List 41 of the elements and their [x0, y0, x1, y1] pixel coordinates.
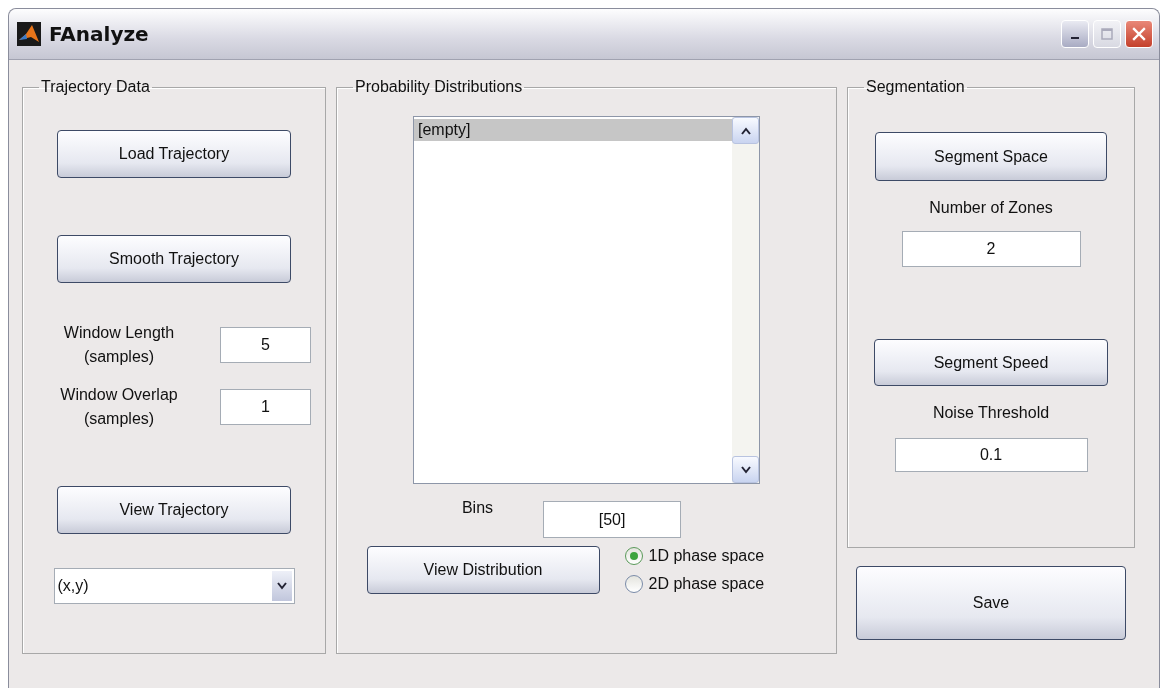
segment-space-button[interactable]: Segment Space: [875, 132, 1107, 181]
parameter-label: Window Overlap: [60, 385, 178, 405]
chevron-down-icon: [740, 465, 751, 474]
bins-label: Bins: [461, 498, 494, 517]
zones-label: Number of Zones: [929, 199, 1053, 217]
segment-speed-button[interactable]: Segment Speed: [874, 339, 1108, 386]
smooth-trajectory-button[interactable]: Smooth Trajectory: [57, 235, 291, 283]
close-button[interactable]: [1125, 20, 1153, 48]
scroll-up-button[interactable]: [732, 117, 759, 144]
view-distribution-button[interactable]: View Distribution: [366, 546, 600, 594]
minimize-button[interactable]: [1061, 20, 1089, 48]
panel-title: Trajectory Data: [40, 78, 151, 96]
radio-circle[interactable]: [624, 575, 643, 593]
window-title: FAnalyze: [49, 22, 149, 46]
load-trajectory-button[interactable]: Load Trajectory: [57, 130, 291, 178]
chevron-down-icon: [276, 582, 287, 590]
panel-title: Segmentation: [865, 78, 966, 96]
zones-field[interactable]: 2: [901, 231, 1081, 267]
view-dropdown[interactable]: (x,y): [53, 568, 295, 604]
radio-circle[interactable]: [624, 547, 643, 565]
chevron-up-icon: [740, 126, 751, 135]
parameter-label: Window Length: [63, 323, 175, 343]
close-icon: [1132, 27, 1146, 41]
phase-space-radio[interactable]: 1D phase space: [624, 547, 765, 565]
parameter-unit: (samples): [83, 409, 155, 429]
save-button[interactable]: Save: [856, 566, 1126, 640]
phase-space-radio[interactable]: 2D phase space: [624, 575, 765, 593]
noise-threshold-label: Noise Threshold: [932, 404, 1050, 422]
view-trajectory-button[interactable]: View Trajectory: [57, 486, 291, 534]
peak-surface-icon: [17, 22, 41, 46]
panel-title: Probability Distributions: [354, 78, 524, 96]
minimize-icon: [1071, 37, 1079, 39]
list-item[interactable]: [empty]: [414, 119, 732, 141]
parameter-unit: (samples): [83, 347, 155, 367]
parameter-field[interactable]: 5: [220, 327, 311, 363]
maximize-button[interactable]: [1093, 20, 1121, 48]
noise-threshold-field[interactable]: 0.1: [894, 438, 1088, 472]
maximize-icon: [1101, 28, 1113, 40]
bins-field[interactable]: [50]: [543, 501, 682, 538]
parameter-field[interactable]: 1: [220, 389, 311, 425]
scroll-down-button[interactable]: [732, 456, 759, 483]
